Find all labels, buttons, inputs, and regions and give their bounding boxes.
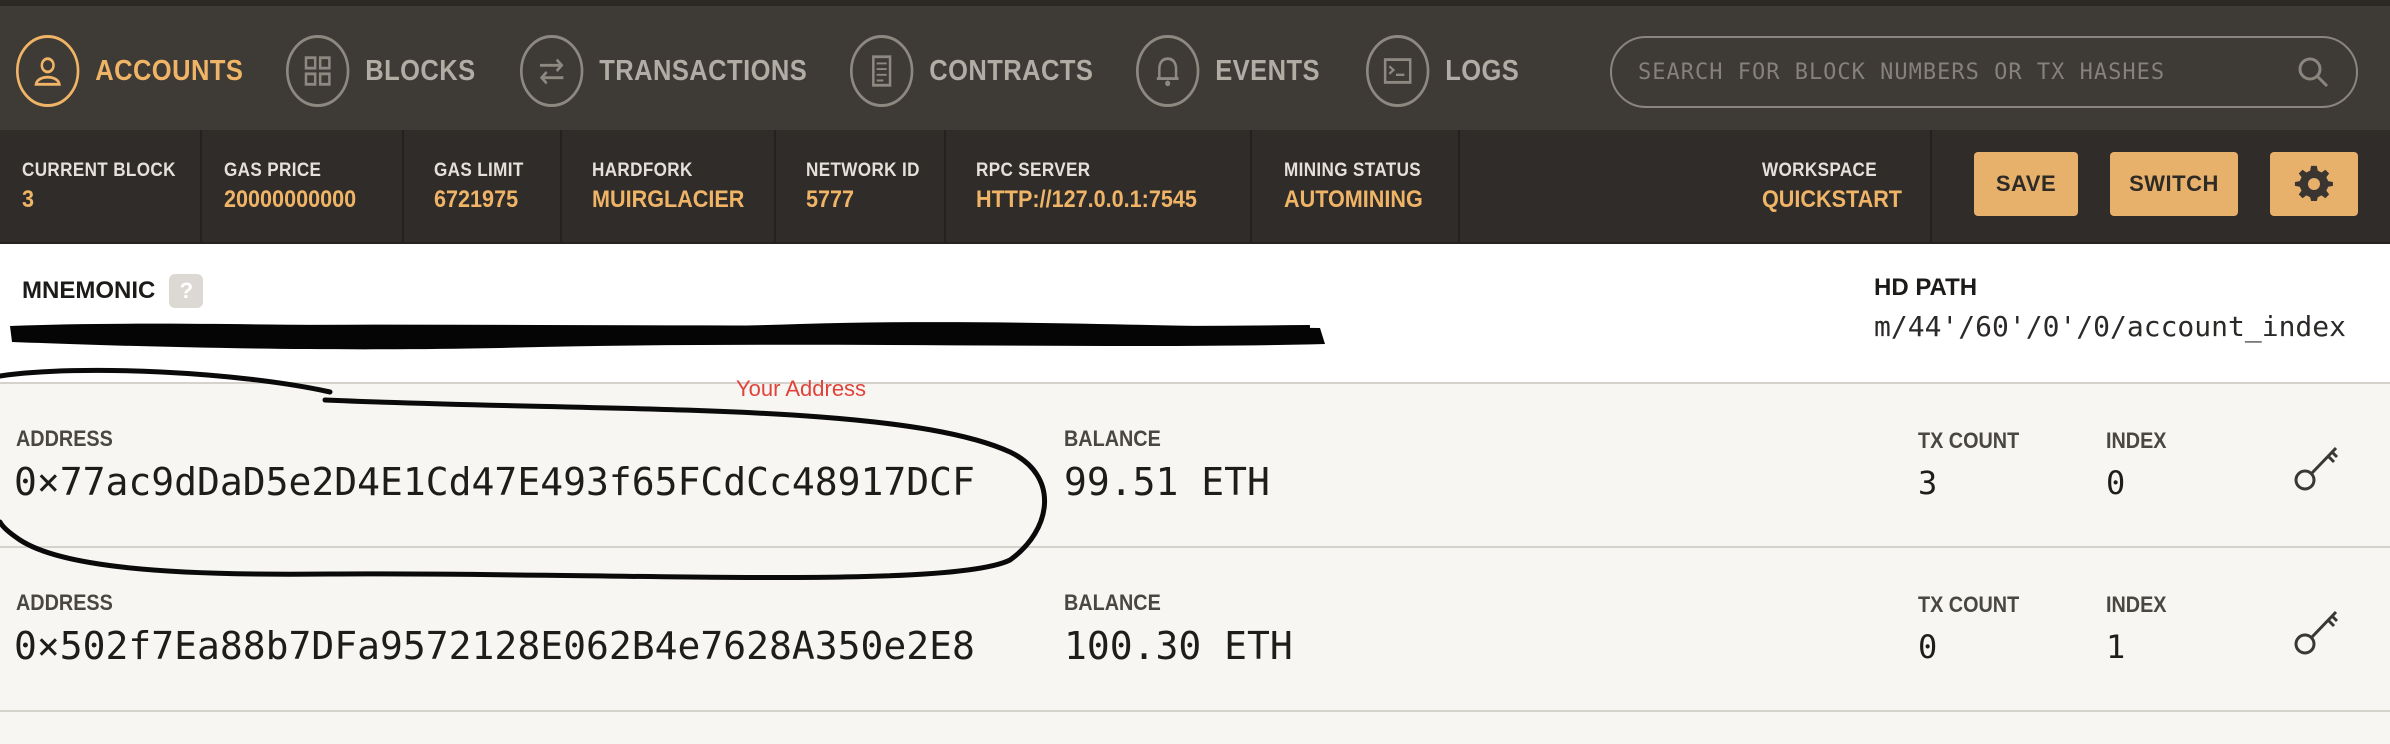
divider	[944, 130, 946, 244]
nav-accounts[interactable]: ACCOUNTS	[16, 34, 243, 108]
stat-label: GAS PRICE	[224, 160, 322, 181]
balance-label: BALANCE	[1064, 590, 1161, 615]
search-box[interactable]	[1610, 36, 2358, 108]
save-button[interactable]: SAVE	[1974, 152, 2078, 216]
balance-label: BALANCE	[1064, 426, 1161, 451]
stat-label: HARDFORK	[592, 160, 693, 181]
tx-count-label: TX COUNT	[1918, 592, 2020, 617]
help-icon[interactable]: ?	[169, 274, 204, 308]
stat-value: AUTOMINING	[1284, 186, 1423, 213]
person-icon	[16, 35, 80, 107]
stat-gas-limit: GAS LIMIT 6721975	[434, 160, 534, 214]
tx-count-label: TX COUNT	[1918, 428, 2020, 453]
index-label: INDEX	[2106, 592, 2167, 617]
divider	[774, 130, 776, 244]
stat-workspace: WORKSPACE QUICKSTART	[1762, 160, 1918, 214]
stat-hardfork: HARDFORK MUIRGLACIER	[592, 160, 761, 214]
divider	[1250, 130, 1252, 244]
nav-label: LOGS	[1445, 54, 1520, 87]
address-label: ADDRESS	[16, 590, 113, 615]
hd-path-title: HD PATH	[1874, 274, 1978, 301]
index-value: 0	[2106, 464, 2126, 502]
top-navigation: ACCOUNTS BLOCKS TRANSACTIONS CONTRACTS E…	[0, 0, 2390, 130]
tx-count-value: 0	[1918, 628, 1938, 666]
stat-label: GAS LIMIT	[434, 160, 524, 181]
stat-mining-status: MINING STATUS AUTOMINING	[1284, 160, 1438, 214]
divider	[1930, 130, 1932, 244]
stat-gas-price: GAS PRICE 20000000000	[224, 160, 371, 214]
stat-rpc-server: RPC SERVER HTTP://127.0.0.1:7545	[976, 160, 1221, 214]
document-icon	[850, 35, 914, 107]
index-label: INDEX	[2106, 428, 2167, 453]
nav-label: ACCOUNTS	[95, 54, 244, 87]
mnemonic-label: MNEMONIC	[22, 277, 156, 304]
bell-icon	[1136, 35, 1200, 107]
nav-label: EVENTS	[1215, 54, 1320, 87]
stat-label: MINING STATUS	[1284, 160, 1422, 181]
stat-value: 3	[22, 186, 35, 213]
nav-transactions[interactable]: TRANSACTIONS	[520, 34, 807, 108]
arrows-swap-icon	[520, 35, 584, 107]
divider	[402, 130, 404, 244]
hd-path-value: m/44'/60'/0'/0/account_index	[1874, 310, 2347, 343]
stat-value: MUIRGLACIER	[592, 186, 745, 213]
address-label: ADDRESS	[16, 426, 113, 451]
divider	[200, 130, 202, 244]
key-icon[interactable]	[2290, 440, 2344, 494]
divider	[1458, 130, 1460, 244]
stat-value: 5777	[806, 186, 855, 213]
your-address-annotation: Your Address	[736, 376, 867, 401]
key-icon[interactable]	[2290, 604, 2344, 658]
status-bar: CURRENT BLOCK 3 GAS PRICE 20000000000 GA…	[0, 130, 2390, 244]
address-value: 0×77ac9dDaD5e2D4E1Cd47E493f65FCdCc48917D…	[14, 460, 975, 504]
stat-label: NETWORK ID	[806, 160, 920, 181]
account-row[interactable]: ADDRESS 0×77ac9dDaD5e2D4E1Cd47E493f65FCd…	[0, 384, 2390, 548]
stat-value: QUICKSTART	[1762, 186, 1902, 213]
mnemonic-section: MNEMONIC ? HD PATH m/44'/60'/0'/0/accoun…	[0, 244, 2390, 384]
stat-network-id: NETWORK ID 5777	[806, 160, 932, 214]
mnemonic-title: MNEMONIC ?	[22, 274, 204, 308]
nav-blocks[interactable]: BLOCKS	[286, 34, 476, 108]
tx-count-value: 3	[1918, 464, 1938, 502]
index-value: 1	[2106, 628, 2126, 666]
gear-icon	[2294, 165, 2333, 202]
nav-label: TRANSACTIONS	[599, 54, 808, 87]
stat-label: CURRENT BLOCK	[22, 160, 176, 181]
switch-button[interactable]: SWITCH	[2110, 152, 2238, 216]
stat-value: 20000000000	[224, 186, 357, 213]
stat-value: 6721975	[434, 186, 519, 213]
terminal-icon	[1366, 35, 1430, 107]
search-input[interactable]	[1638, 59, 2296, 85]
nav-logs[interactable]: LOGS	[1366, 34, 1519, 108]
nav-label: BLOCKS	[365, 54, 476, 87]
nav-label: CONTRACTS	[929, 54, 1094, 87]
settings-button[interactable]	[2270, 152, 2358, 216]
stat-current-block: CURRENT BLOCK 3	[22, 160, 193, 214]
balance-value: 100.30 ETH	[1064, 624, 1293, 668]
nav-contracts[interactable]: CONTRACTS	[850, 34, 1093, 108]
grid-icon	[286, 35, 350, 107]
stat-label: WORKSPACE	[1762, 160, 1878, 181]
stat-label: RPC SERVER	[976, 160, 1091, 181]
address-value: 0×502f7Ea88b7DFa9572128E062B4e7628A350e2…	[14, 624, 975, 668]
search-icon[interactable]	[2296, 55, 2330, 89]
balance-value: 99.51 ETH	[1064, 460, 1270, 504]
nav-events[interactable]: EVENTS	[1136, 34, 1320, 108]
account-row[interactable]: ADDRESS 0×502f7Ea88b7DFa9572128E062B4e76…	[0, 548, 2390, 712]
divider	[560, 130, 562, 244]
stat-value: HTTP://127.0.0.1:7545	[976, 186, 1197, 213]
redaction-scribble	[10, 322, 1325, 350]
